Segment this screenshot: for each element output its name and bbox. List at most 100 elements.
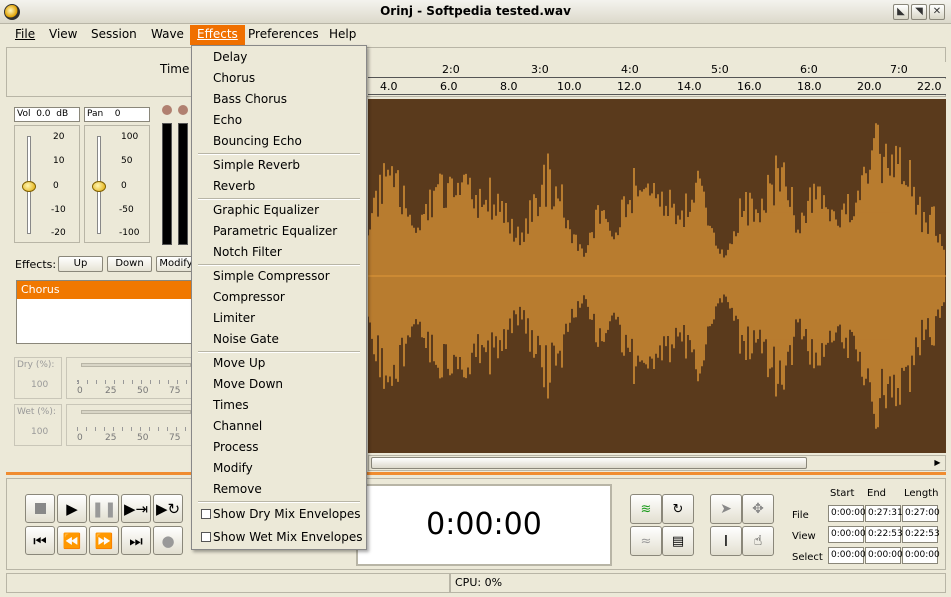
pause-button[interactable]: ❚❚ xyxy=(89,494,119,523)
pan-field[interactable]: Pan 0 xyxy=(84,107,150,122)
menu-session[interactable]: Session xyxy=(84,25,144,45)
menu-wave-label: Wave xyxy=(151,27,184,41)
menu-item-modify[interactable]: Modify xyxy=(192,458,366,479)
select-start-field[interactable]: 0:00:00 xyxy=(828,547,866,564)
select-end-field[interactable]: 0:00:00 xyxy=(865,547,903,564)
scale-label: 0 xyxy=(77,433,83,443)
menu-item-move-down[interactable]: Move Down xyxy=(192,374,366,395)
menu-preferences[interactable]: Preferences xyxy=(241,25,326,45)
effects-list[interactable]: Chorus xyxy=(16,280,192,344)
ruler-bottom-strip[interactable]: 4.0 6.0 8.0 10.0 12.0 14.0 16.0 18.0 20.… xyxy=(368,79,946,95)
menu-item-noise-gate[interactable]: Noise Gate xyxy=(192,329,366,350)
effect-modify-button[interactable]: Modify xyxy=(156,256,196,272)
play-button[interactable]: ▶ xyxy=(57,494,87,523)
hand-tool-button[interactable]: ☝ xyxy=(742,526,774,556)
menu-wave[interactable]: Wave xyxy=(144,25,191,45)
loop-mode-button[interactable]: ↻ xyxy=(662,494,694,524)
go-start-button[interactable]: ⏮ xyxy=(25,526,55,555)
menu-item-simple-reverb[interactable]: Simple Reverb xyxy=(192,155,366,176)
menu-item-channel[interactable]: Channel xyxy=(192,416,366,437)
menu-item-bass-chorus[interactable]: Bass Chorus xyxy=(192,89,366,110)
menu-item-graphic-equalizer[interactable]: Graphic Equalizer xyxy=(192,200,366,221)
file-start-field[interactable]: 0:00:00 xyxy=(828,505,866,522)
scale-label: -10 xyxy=(51,205,66,215)
level-meter-left xyxy=(162,123,172,245)
file-end-field[interactable]: 0:27:31 xyxy=(865,505,903,522)
menu-item-move-up[interactable]: Move Up xyxy=(192,353,366,374)
wet-box: Wet (%): 100 xyxy=(14,404,62,446)
scale-label: 50 xyxy=(137,386,149,396)
maximize-button[interactable]: ◥ xyxy=(911,4,927,20)
loop-button[interactable]: ▶↻ xyxy=(153,494,183,523)
scale-label: 50 xyxy=(137,433,149,443)
menu-item-simple-compressor[interactable]: Simple Compressor xyxy=(192,266,366,287)
go-end-button[interactable]: ⏭ xyxy=(121,526,151,555)
select-length-field[interactable]: 0:00:00 xyxy=(902,547,940,564)
menu-file[interactable]: File xyxy=(8,25,42,45)
scrollbar-thumb[interactable] xyxy=(371,457,807,469)
keyboard-button[interactable]: ▤ xyxy=(662,526,694,556)
stop-button[interactable] xyxy=(25,494,55,523)
fast-forward-button[interactable]: ⏩ xyxy=(89,526,119,555)
menu-item-limiter[interactable]: Limiter xyxy=(192,308,366,329)
effects-list-selected-item[interactable]: Chorus xyxy=(17,281,191,299)
mix-tracks-button[interactable]: ≋ xyxy=(630,494,662,524)
rewind-button[interactable]: ⏪ xyxy=(57,526,87,555)
tick-label: 8.0 xyxy=(500,80,518,93)
menu-separator xyxy=(198,501,360,503)
menu-item-remove[interactable]: Remove xyxy=(192,479,366,500)
menu-item-chorus[interactable]: Chorus xyxy=(192,68,366,89)
file-length-field[interactable]: 0:27:00 xyxy=(902,505,940,522)
menu-item-show-dry-mix-envelopes[interactable]: Show Dry Mix Envelopes xyxy=(192,504,366,525)
text-cursor-tool-button[interactable]: I xyxy=(710,526,742,556)
menu-item-show-wet-mix-envelopes[interactable]: Show Wet Mix Envelopes xyxy=(192,527,366,548)
horizontal-scrollbar[interactable]: ▶ xyxy=(368,455,946,471)
view-end-field[interactable]: 0:22:53 xyxy=(865,526,903,543)
minimize-button[interactable]: ◣ xyxy=(893,4,909,20)
dry-slider-track[interactable] xyxy=(81,363,191,367)
wet-slider-track[interactable] xyxy=(81,410,191,414)
menu-item-delay[interactable]: Delay xyxy=(192,47,366,68)
scale-label: 20 xyxy=(53,132,65,142)
select-tool-button[interactable]: ➤ xyxy=(710,494,742,524)
length-header: Length xyxy=(904,488,939,499)
menu-item-times[interactable]: Times xyxy=(192,395,366,416)
menu-item-parametric-equalizer[interactable]: Parametric Equalizer xyxy=(192,221,366,242)
waveform-view[interactable] xyxy=(368,99,946,453)
scale-label: 75 xyxy=(169,433,181,443)
wave-mode-button[interactable]: ≈ xyxy=(630,526,662,556)
dry-slider-box[interactable]: 0 25 50 75 xyxy=(66,357,192,399)
tracks-icon: ≋ xyxy=(640,501,652,517)
effect-down-button[interactable]: Down xyxy=(107,256,152,272)
menu-item-process[interactable]: Process xyxy=(192,437,366,458)
menu-item-echo[interactable]: Echo xyxy=(192,110,366,131)
menu-help[interactable]: Help xyxy=(322,25,363,45)
effect-up-button[interactable]: Up xyxy=(58,256,103,272)
menu-item-reverb[interactable]: Reverb xyxy=(192,176,366,197)
hand-icon: ☝ xyxy=(753,533,763,549)
menu-file-label: File xyxy=(15,27,36,41)
ruler-top-strip[interactable]: 2:0 3:0 4:0 5:0 6:0 7:0 xyxy=(368,62,946,78)
record-button[interactable]: ● xyxy=(153,526,183,555)
tick-label: 7:0 xyxy=(890,63,908,76)
menu-effects[interactable]: Effects xyxy=(190,25,245,45)
volume-slider-thumb[interactable] xyxy=(22,181,36,192)
scroll-right-arrow-icon[interactable]: ▶ xyxy=(931,457,944,469)
menu-view[interactable]: View xyxy=(42,25,84,45)
view-start-field[interactable]: 0:00:00 xyxy=(828,526,866,543)
menu-item-compressor[interactable]: Compressor xyxy=(192,287,366,308)
view-length-field[interactable]: 0:22:53 xyxy=(902,526,940,543)
menu-item-bouncing-echo[interactable]: Bouncing Echo xyxy=(192,131,366,152)
play-to-end-button[interactable]: ▶⇥ xyxy=(121,494,151,523)
wave-mode-icon: ≈ xyxy=(640,533,652,549)
pan-slider-thumb[interactable] xyxy=(92,181,106,192)
move-tool-button[interactable]: ✥ xyxy=(742,494,774,524)
scale-label: 75 xyxy=(169,386,181,396)
wet-slider-box[interactable]: 0 25 50 75 xyxy=(66,404,192,446)
close-button[interactable]: ✕ xyxy=(929,4,945,20)
menu-item-notch-filter[interactable]: Notch Filter xyxy=(192,242,366,263)
scale-label: 10 xyxy=(53,156,65,166)
volume-field[interactable]: Vol 0.0 dB xyxy=(14,107,80,122)
tick-label: 14.0 xyxy=(677,80,702,93)
panel-divider[interactable] xyxy=(6,472,946,475)
